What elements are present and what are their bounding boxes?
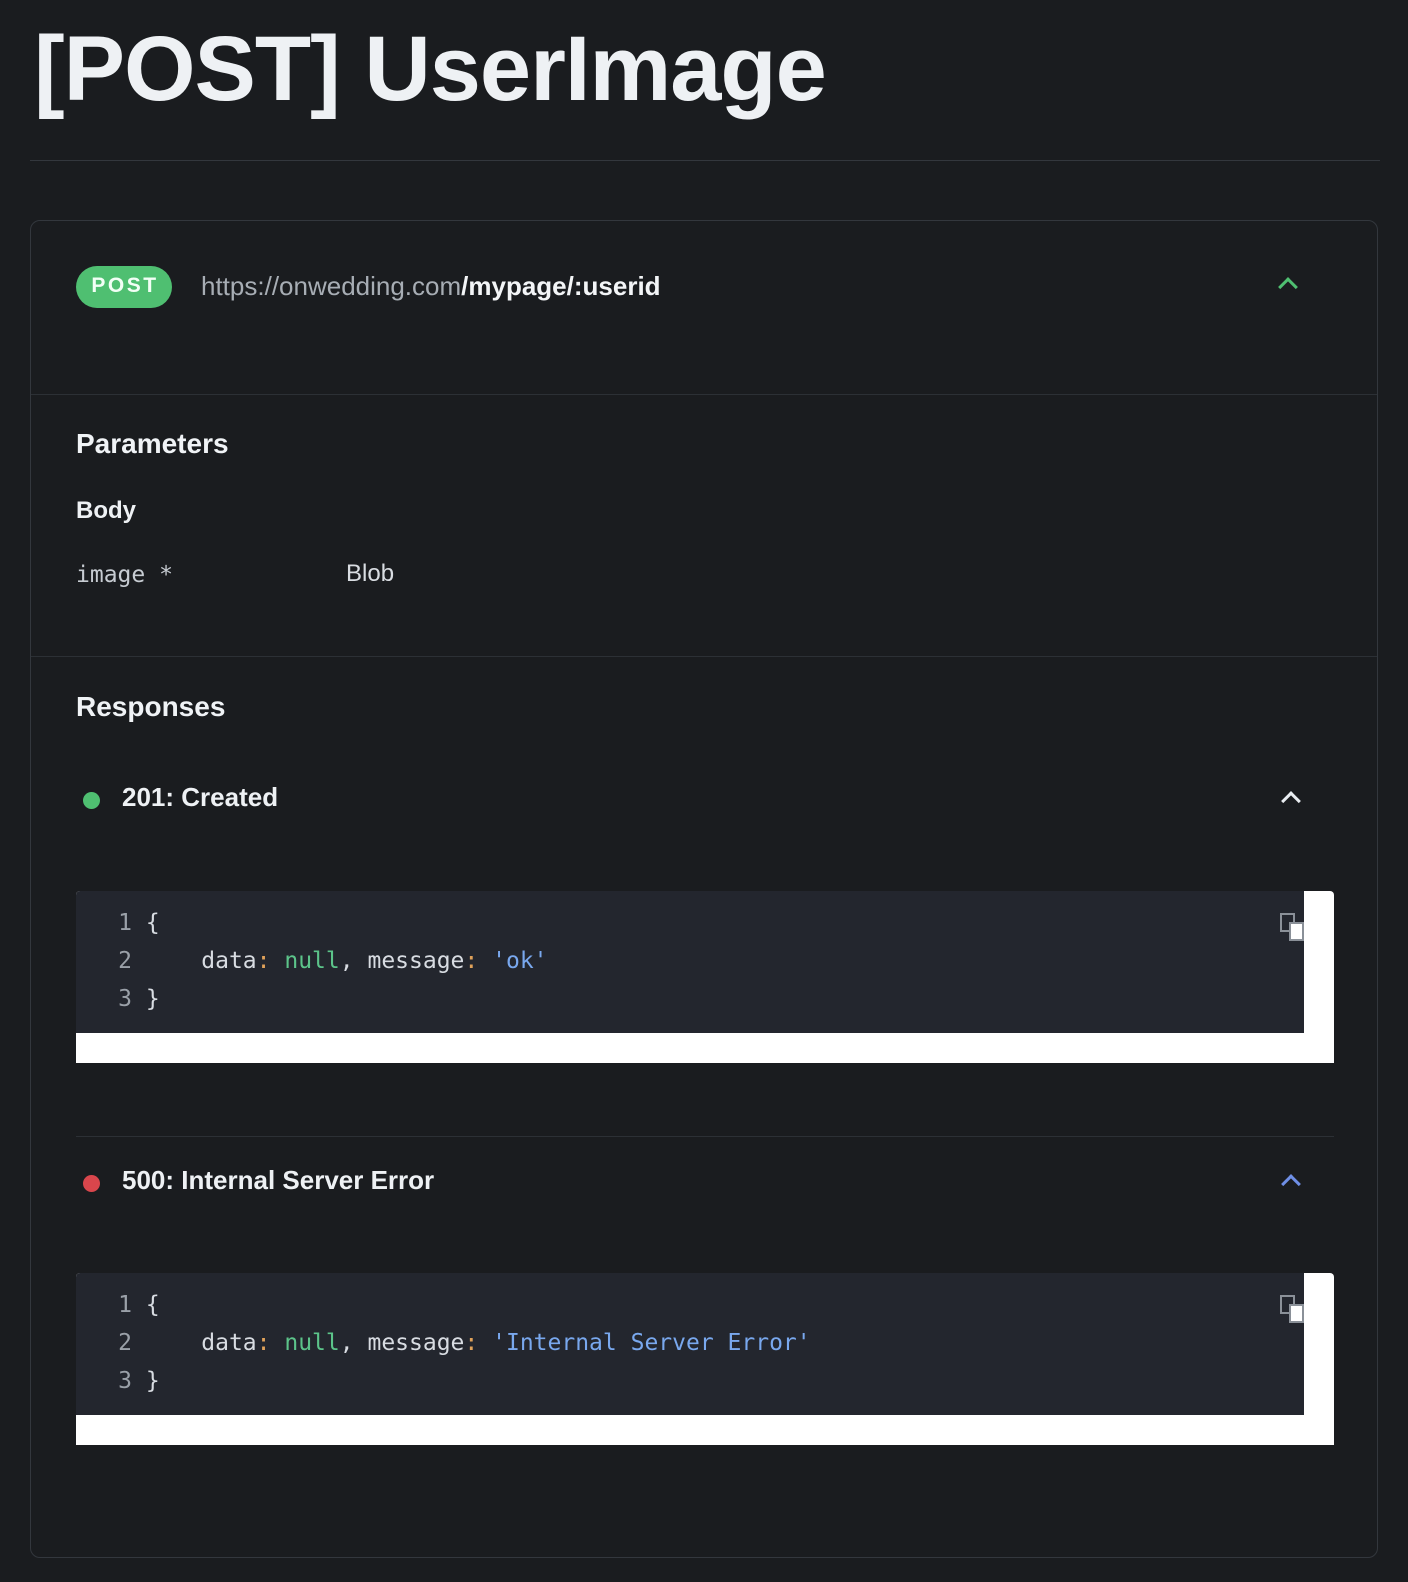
response-divider	[76, 1136, 1334, 1137]
response-header[interactable]: 201: Created	[76, 770, 1334, 830]
endpoint-url: https://onwedding.com/mypage/:userid	[201, 269, 661, 303]
chevron-up-icon[interactable]	[1278, 277, 1298, 297]
code-token: :	[464, 948, 479, 974]
line-number: 2	[118, 948, 132, 974]
code-block: 1 { 2 data: null, message: 'Internal Ser…	[76, 1273, 1304, 1415]
responses-section: Responses 201: Created 1 { 2 data: null,…	[31, 657, 1377, 1557]
code-line: 1 {	[76, 905, 160, 941]
code-token: :	[464, 1330, 479, 1356]
status-dot-icon	[83, 1175, 100, 1192]
endpoint-header[interactable]: POST https://onwedding.com/mypage/:useri…	[31, 221, 1377, 395]
code-token: :	[256, 1330, 271, 1356]
chevron-up-icon[interactable]	[1281, 791, 1301, 811]
code-token: data	[201, 1330, 257, 1356]
page-title: [POST] UserImage	[34, 18, 827, 120]
endpoint-url-path: /mypage/:userid	[461, 271, 661, 301]
status-dot-icon	[83, 792, 100, 809]
response-header[interactable]: 500: Internal Server Error	[76, 1153, 1334, 1213]
method-badge: POST	[76, 266, 172, 308]
code-token: ,	[339, 1330, 354, 1356]
code-token: }	[145, 986, 160, 1012]
code-token: 'Internal Server Error'	[492, 1330, 811, 1356]
code-token: ,	[339, 948, 354, 974]
parameters-heading: Parameters	[76, 428, 229, 459]
parameters-section: Parameters Body image * Blob	[31, 394, 1377, 657]
code-block-wrapper: 1 { 2 data: null, message: 'ok' 3 }	[76, 891, 1334, 1063]
copy-icon[interactable]	[1280, 1295, 1306, 1325]
endpoint-url-base: https://onwedding.com	[201, 271, 462, 301]
code-token: message	[367, 1330, 465, 1356]
code-token: 'ok'	[492, 948, 548, 974]
code-token: }	[145, 1368, 160, 1394]
code-token: message	[367, 948, 465, 974]
line-number: 3	[118, 1368, 132, 1394]
body-heading: Body	[76, 497, 136, 524]
code-token: {	[145, 910, 160, 936]
chevron-up-icon[interactable]	[1281, 1174, 1301, 1194]
code-block: 1 { 2 data: null, message: 'ok' 3 }	[76, 891, 1304, 1033]
code-line: 2 data: null, message: 'Internal Server …	[76, 1325, 811, 1361]
code-token: null	[284, 1330, 340, 1356]
status-label: 500: Internal Server Error	[122, 1165, 435, 1195]
response-201: 201: Created 1 { 2 data: null, message: …	[76, 770, 1334, 1080]
code-line: 2 data: null, message: 'ok'	[76, 943, 548, 979]
code-block-wrapper: 1 { 2 data: null, message: 'Internal Ser…	[76, 1273, 1334, 1445]
responses-heading: Responses	[76, 691, 226, 722]
response-500: 500: Internal Server Error 1 { 2 data: n…	[76, 1153, 1334, 1473]
line-number: 1	[118, 910, 132, 936]
param-name: image *	[76, 562, 173, 588]
param-type: Blob	[346, 560, 395, 587]
line-number: 1	[118, 1292, 132, 1318]
title-divider	[30, 160, 1380, 161]
code-line: 1 {	[76, 1287, 160, 1323]
line-number: 2	[118, 1330, 132, 1356]
code-token: data	[201, 948, 257, 974]
code-line: 3 }	[76, 981, 160, 1017]
status-label: 201: Created	[122, 782, 279, 812]
code-token: {	[145, 1292, 160, 1318]
code-line: 3 }	[76, 1363, 160, 1399]
code-token: null	[284, 948, 340, 974]
copy-icon[interactable]	[1280, 913, 1306, 943]
api-endpoint-card: POST https://onwedding.com/mypage/:useri…	[30, 220, 1378, 1558]
code-token: :	[256, 948, 271, 974]
line-number: 3	[118, 986, 132, 1012]
